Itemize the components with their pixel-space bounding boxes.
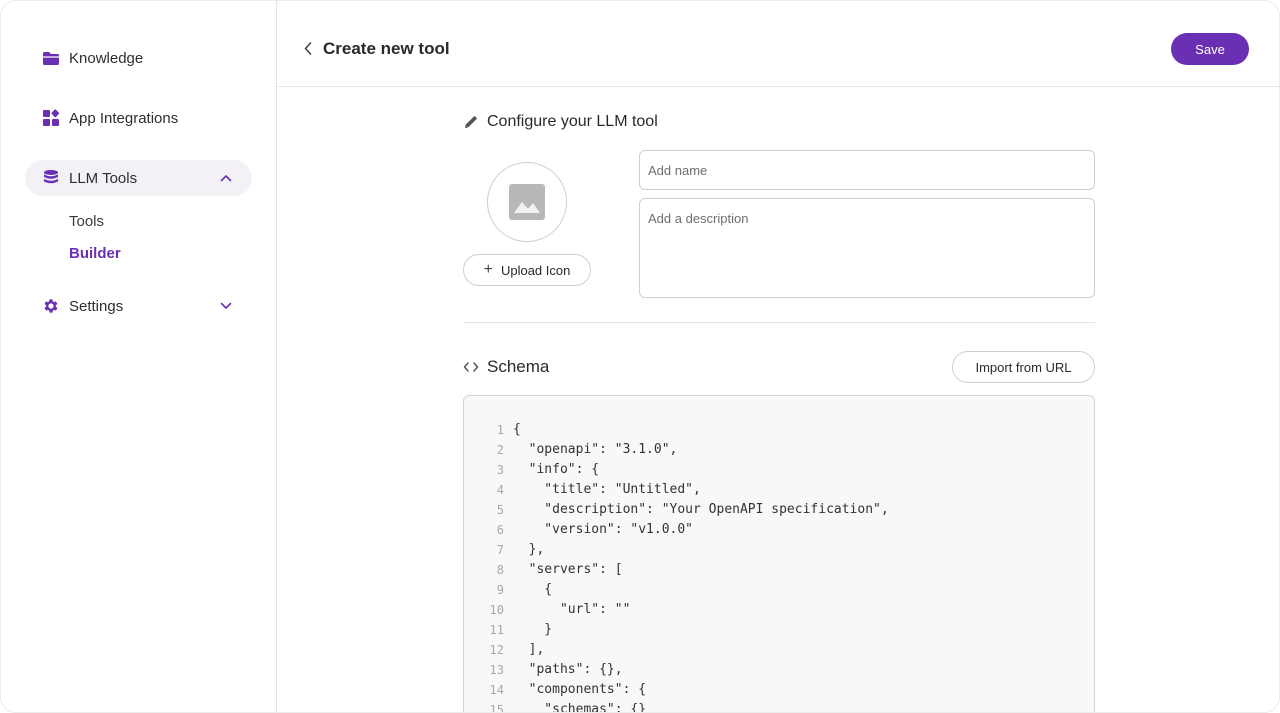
line-content: "version": "v1.0.0" bbox=[513, 522, 694, 537]
database-icon bbox=[41, 168, 61, 188]
line-number: 11 bbox=[489, 623, 504, 637]
line-content: "info": { bbox=[513, 462, 600, 477]
sidebar-item-label: Settings bbox=[69, 297, 124, 315]
save-button[interactable]: Save bbox=[1171, 33, 1249, 65]
code-line: 7 }, bbox=[464, 540, 1094, 560]
line-number: 3 bbox=[496, 463, 504, 477]
import-from-url-button[interactable]: Import from URL bbox=[952, 351, 1095, 383]
code-line: 3 "info": { bbox=[464, 460, 1094, 480]
line-content: "title": "Untitled", bbox=[513, 482, 701, 497]
schema-section-title: Schema bbox=[487, 357, 550, 376]
line-content: }, bbox=[513, 542, 545, 557]
sidebar-subitem-builder[interactable]: Builder bbox=[69, 245, 121, 262]
line-content: "components": { bbox=[513, 682, 647, 697]
line-number: 12 bbox=[489, 643, 504, 657]
sidebar-item-app-integrations[interactable]: App Integrations bbox=[25, 100, 252, 136]
line-number: 14 bbox=[489, 683, 504, 697]
line-number: 1 bbox=[496, 423, 504, 437]
image-placeholder-icon bbox=[508, 183, 546, 221]
code-line: 14 "components": { bbox=[464, 680, 1094, 700]
line-number: 10 bbox=[489, 603, 504, 617]
code-line: 6 "version": "v1.0.0" bbox=[464, 520, 1094, 540]
line-content: "servers": [ bbox=[513, 562, 623, 577]
sidebar-item-settings[interactable]: Settings bbox=[25, 288, 252, 324]
code-line: 8 "servers": [ bbox=[464, 560, 1094, 580]
tool-icon-placeholder bbox=[487, 162, 567, 242]
sidebar-item-label: LLM Tools bbox=[69, 169, 138, 187]
line-content: "description": "Your OpenAPI specificati… bbox=[513, 502, 889, 517]
line-number: 13 bbox=[489, 663, 504, 677]
schema-code-editor[interactable]: 1{2 "openapi": "3.1.0", 3 "info": {4 "tit… bbox=[463, 395, 1095, 713]
configure-section-header: Configure your LLM tool bbox=[463, 113, 658, 131]
chevron-up-icon[interactable] bbox=[218, 170, 234, 186]
code-line: 4 "title": "Untitled", bbox=[464, 480, 1094, 500]
line-content: } bbox=[513, 622, 553, 637]
plus-icon: + bbox=[483, 261, 493, 278]
chevron-down-icon[interactable] bbox=[218, 298, 234, 314]
line-content: "schemas": {} bbox=[513, 702, 647, 713]
gear-icon bbox=[41, 296, 61, 316]
tool-description-input[interactable] bbox=[639, 198, 1095, 298]
app-window: Knowledge App Integrations LLM Tools Too… bbox=[0, 0, 1280, 713]
sidebar-subitem-tools[interactable]: Tools bbox=[69, 213, 104, 230]
schema-section-header: Schema bbox=[463, 357, 549, 377]
sidebar-item-llm-tools[interactable]: LLM Tools bbox=[25, 160, 252, 196]
line-number: 7 bbox=[496, 543, 504, 557]
configure-section-title: Configure your LLM tool bbox=[487, 113, 658, 130]
page-header: Create new tool Save bbox=[277, 1, 1279, 87]
line-content: "openapi": "3.1.0", bbox=[513, 442, 678, 457]
sidebar-item-knowledge[interactable]: Knowledge bbox=[25, 40, 252, 76]
line-number: 8 bbox=[496, 563, 504, 577]
widgets-icon bbox=[41, 108, 61, 128]
code-line: 1{ bbox=[464, 420, 1094, 440]
code-lines: 1{2 "openapi": "3.1.0", 3 "info": {4 "tit… bbox=[464, 420, 1094, 713]
sidebar-item-label: App Integrations bbox=[69, 109, 179, 127]
code-line: 12 ], bbox=[464, 640, 1094, 660]
code-line: 13 "paths": {}, bbox=[464, 660, 1094, 680]
sidebar-item-label: Knowledge bbox=[69, 49, 144, 67]
line-content: ], bbox=[513, 642, 545, 657]
line-number: 5 bbox=[496, 503, 504, 517]
upload-icon-label: Upload Icon bbox=[500, 262, 571, 278]
line-number: 9 bbox=[496, 583, 504, 597]
code-line: 11 } bbox=[464, 620, 1094, 640]
code-line: 5 "description": "Your OpenAPI specifica… bbox=[464, 500, 1094, 520]
line-number: 4 bbox=[496, 483, 504, 497]
upload-icon-button[interactable]: + Upload Icon bbox=[463, 254, 591, 286]
code-line: 9 { bbox=[464, 580, 1094, 600]
code-line: 15 "schemas": {} bbox=[464, 700, 1094, 713]
line-content: "url": "" bbox=[513, 602, 631, 617]
code-brackets-icon bbox=[463, 361, 479, 373]
line-number: 2 bbox=[496, 443, 504, 457]
line-content: { bbox=[513, 422, 521, 437]
line-number: 15 bbox=[489, 703, 504, 713]
section-divider bbox=[463, 322, 1095, 323]
line-content: { bbox=[513, 582, 553, 597]
page-title: Create new tool bbox=[323, 39, 450, 58]
pencil-icon bbox=[463, 114, 479, 130]
line-content: "paths": {}, bbox=[513, 662, 623, 677]
tool-name-input[interactable] bbox=[639, 150, 1095, 190]
code-line: 2 "openapi": "3.1.0", bbox=[464, 440, 1094, 460]
code-line: 10 "url": "" bbox=[464, 600, 1094, 620]
back-arrow-icon[interactable] bbox=[301, 39, 315, 57]
folder-icon bbox=[41, 48, 61, 68]
line-number: 6 bbox=[496, 523, 504, 537]
sidebar: Knowledge App Integrations LLM Tools Too… bbox=[1, 1, 277, 712]
